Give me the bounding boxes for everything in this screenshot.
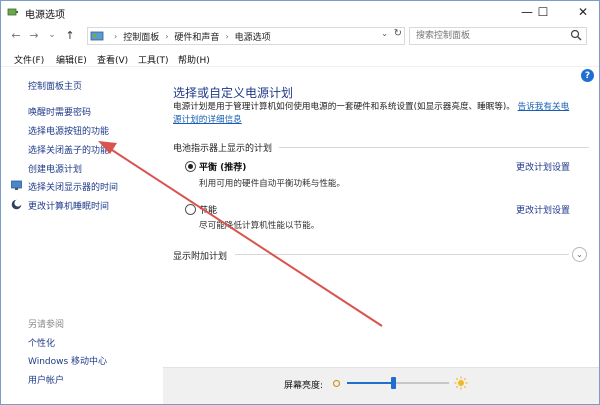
menu-edit[interactable]: 编辑(E) xyxy=(56,53,87,66)
power-saver-plan-name[interactable]: 节能 xyxy=(199,203,217,216)
menu-view[interactable]: 查看(V) xyxy=(97,53,128,66)
control-panel-home-link[interactable]: 控制面板主页 xyxy=(28,79,82,92)
sidebar-link-create-plan[interactable]: 创建电源计划 xyxy=(28,162,82,175)
power-options-icon xyxy=(7,8,18,16)
back-arrow-icon[interactable]: ← xyxy=(9,28,23,42)
maximize-button[interactable]: ☐ xyxy=(527,1,559,23)
monitor-icon xyxy=(11,180,22,190)
breadcrumb-control-panel[interactable]: 控制面板 xyxy=(123,30,159,43)
help-icon[interactable]: ? xyxy=(581,69,594,82)
plan-description: 电源计划是用于管理计算机如何使用电源的一套硬件和系统设置(如显示器亮度、睡眠等)… xyxy=(173,101,583,127)
slider-fill xyxy=(347,382,393,384)
battery-plans-heading: 电池指示器上显示的计划 xyxy=(173,144,273,154)
up-arrow-icon[interactable]: ↑ xyxy=(63,28,77,42)
sidebar-link-lid-close[interactable]: 选择关闭盖子的功能 xyxy=(28,143,109,156)
expand-chevron-icon[interactable]: ⌄ xyxy=(572,247,587,262)
menu-tools[interactable]: 工具(T) xyxy=(138,53,169,66)
learn-more-link-line1: 告诉我有关电 xyxy=(517,102,570,112)
search-icon[interactable] xyxy=(570,29,582,41)
sidebar-link-display-off[interactable]: 选择关闭显示器的时间 xyxy=(28,180,118,193)
slider-thumb[interactable] xyxy=(391,377,396,389)
description-text: 电源计划是用于管理计算机如何使用电源的一套硬件和系统设置(如显示器亮度、睡眠等)… xyxy=(173,102,515,112)
menu-help[interactable]: 帮助(H) xyxy=(178,53,210,66)
power-saver-plan-description: 尽可能降低计算机性能以节能。 xyxy=(199,221,320,231)
dim-sun-icon xyxy=(332,379,341,388)
page-title: 选择或自定义电源计划 xyxy=(173,86,294,100)
power-options-window: 电源选项 — ☐ ✕ ← → ⌄ ↑ › 控制面板 › 硬件和声音 › 电源选项… xyxy=(0,0,600,405)
brightness-slider[interactable] xyxy=(347,377,449,389)
balanced-plan-name[interactable]: 平衡 (推荐) xyxy=(199,160,246,173)
balanced-plan-description: 利用可用的硬件自动平衡功耗与性能。 xyxy=(199,179,346,189)
address-bar[interactable]: › 控制面板 › 硬件和声音 › 电源选项 ⌄ ↻ xyxy=(87,27,405,45)
sidebar-link-power-button[interactable]: 选择电源按钮的功能 xyxy=(28,124,109,137)
see-also-personalization[interactable]: 个性化 xyxy=(28,336,55,349)
see-also-user-accounts[interactable]: 用户帐户 xyxy=(28,373,64,386)
window-title: 电源选项 xyxy=(25,10,65,21)
balanced-change-settings-link[interactable]: 更改计划设置 xyxy=(516,160,570,173)
left-navigation-pane: 控制面板主页 唤醒时需要密码 选择电源按钮的功能 选择关闭盖子的功能 创建电源计… xyxy=(1,67,161,404)
search-input[interactable] xyxy=(414,28,568,44)
breadcrumb-hardware-sound[interactable]: 硬件和声音 xyxy=(174,30,219,43)
navigation-bar: ← → ⌄ ↑ › 控制面板 › 硬件和声音 › 电源选项 ⌄ ↻ xyxy=(1,25,599,47)
balanced-plan-radio[interactable] xyxy=(185,161,196,172)
forward-arrow-icon[interactable]: → xyxy=(27,28,41,42)
moon-sleep-icon xyxy=(11,199,22,210)
additional-plans-divider xyxy=(235,254,569,255)
refresh-icon[interactable]: ↻ xyxy=(394,28,402,39)
main-content: 选择或自定义电源计划 电源计划是用于管理计算机如何使用电源的一套硬件和系统设置(… xyxy=(163,67,599,404)
title-bar: 电源选项 — ☐ ✕ xyxy=(1,1,599,23)
close-button[interactable]: ✕ xyxy=(567,1,599,23)
breadcrumb-separator-icon: › xyxy=(165,31,169,41)
see-also-heading: 另请参阅 xyxy=(28,320,65,330)
power-saver-change-settings-link[interactable]: 更改计划设置 xyxy=(516,203,570,216)
additional-plans-toggle[interactable]: 显示附加计划 xyxy=(173,249,227,262)
menu-file[interactable]: 文件(F) xyxy=(14,53,44,66)
address-dropdown-chevron-icon[interactable]: ⌄ xyxy=(381,29,388,38)
section-divider xyxy=(279,147,589,148)
power-saver-plan-radio[interactable] xyxy=(185,204,196,215)
menu-bar: 文件(F) 编辑(E) 查看(V) 工具(T) 帮助(H) xyxy=(1,51,599,67)
breadcrumb-power-options[interactable]: 电源选项 xyxy=(235,30,271,43)
learn-more-link-line2: 源计划的详细信息 xyxy=(173,115,242,125)
bright-sun-icon xyxy=(454,376,468,390)
sidebar-link-wake-password[interactable]: 唤醒时需要密码 xyxy=(28,105,91,118)
search-box[interactable] xyxy=(409,27,587,45)
sidebar-link-sleep-time[interactable]: 更改计算机睡眠时间 xyxy=(28,199,109,212)
screen-brightness-label: 屏幕亮度: xyxy=(284,381,324,391)
control-panel-icon xyxy=(90,31,104,41)
see-also-mobility-center[interactable]: Windows 移动中心 xyxy=(28,354,107,367)
breadcrumb-separator-icon: › xyxy=(114,31,118,41)
breadcrumb-separator-icon: › xyxy=(225,31,229,41)
brightness-bar: 屏幕亮度: xyxy=(163,367,599,404)
recent-locations-chevron-icon[interactable]: ⌄ xyxy=(45,28,59,42)
